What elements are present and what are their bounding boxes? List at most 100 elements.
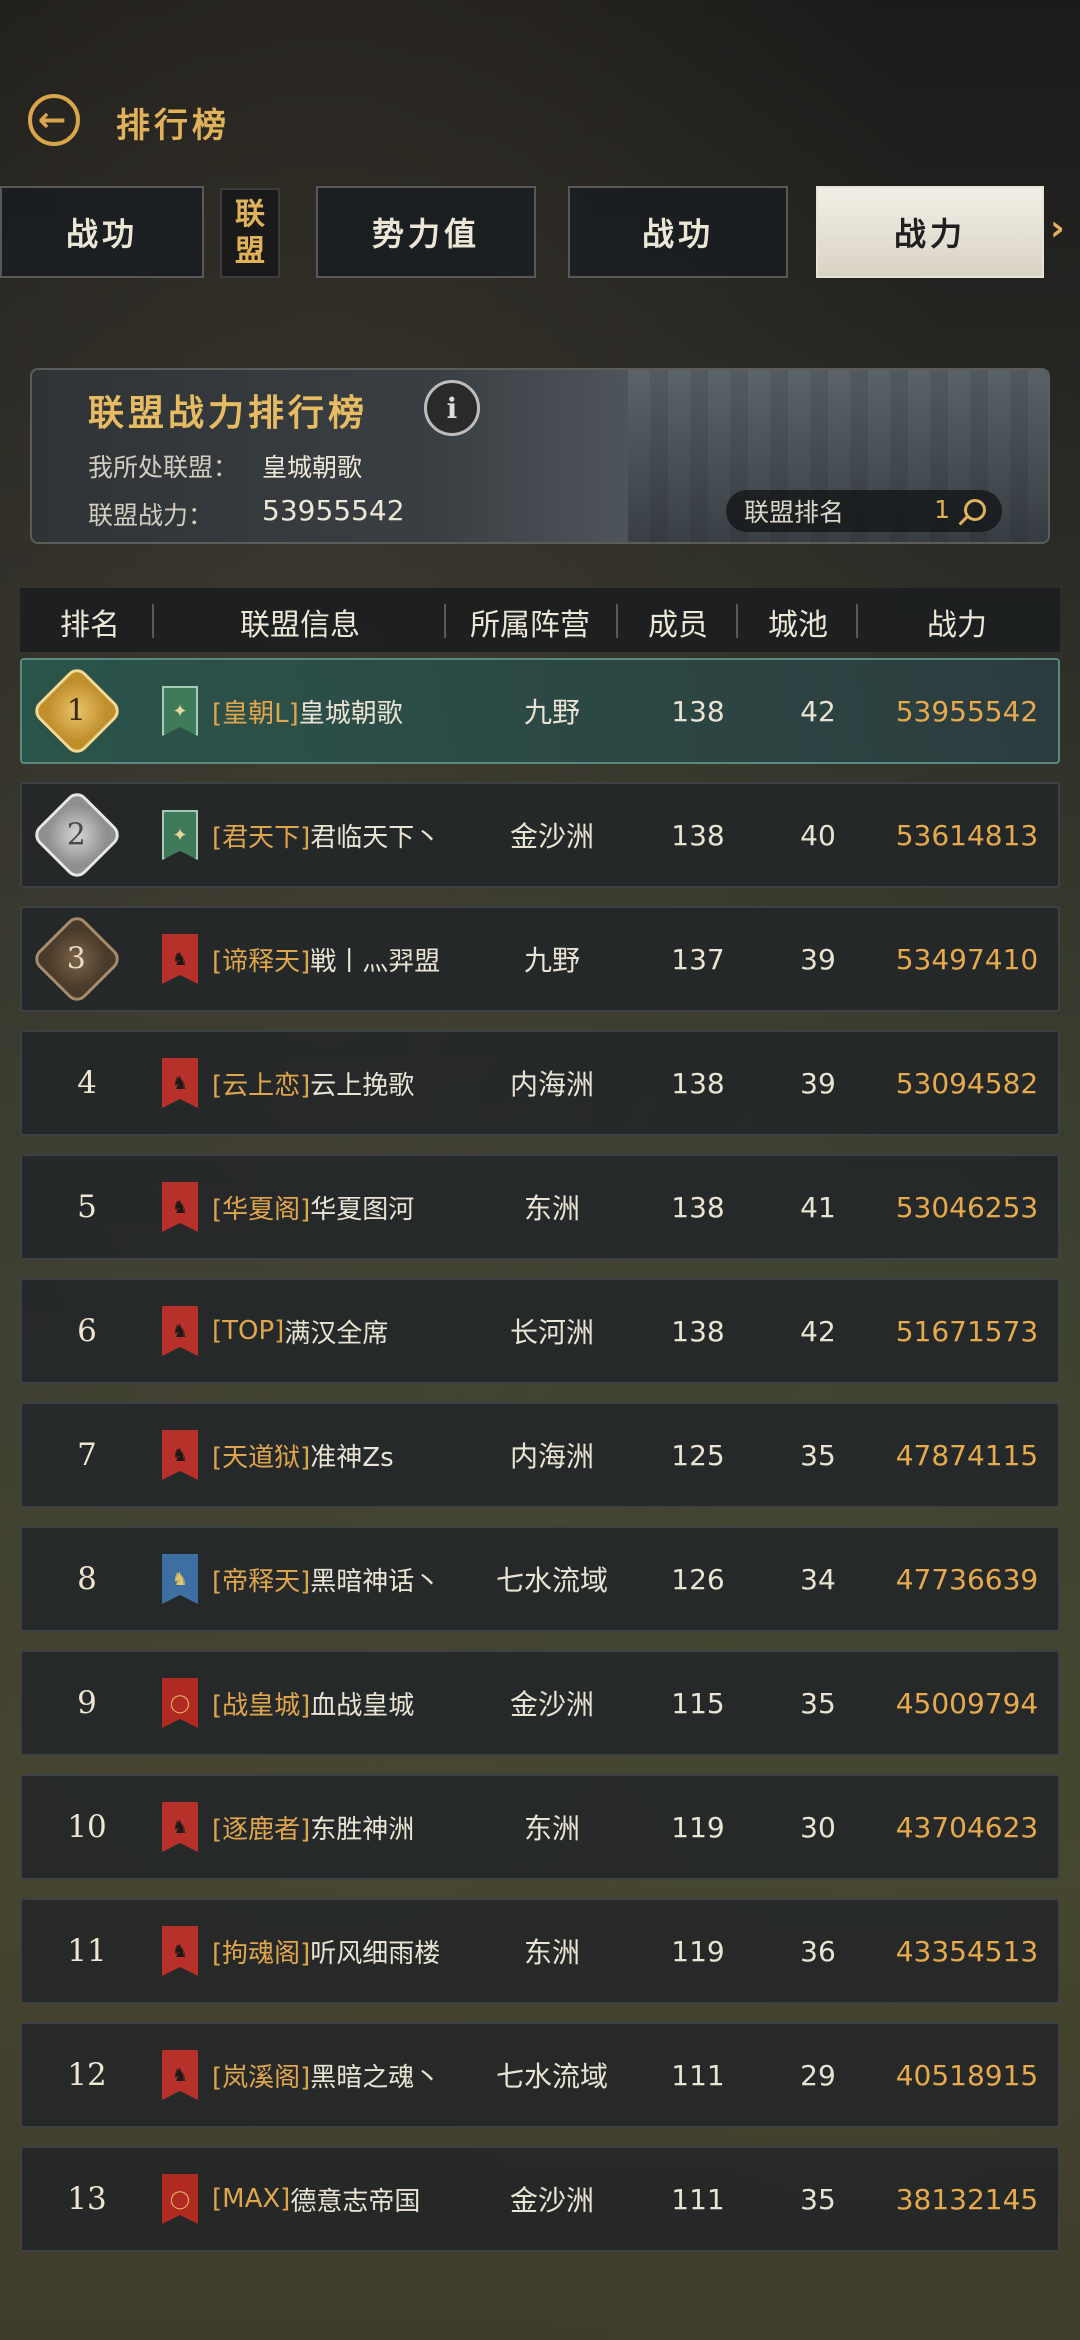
alliance-cities: 34 — [800, 1562, 836, 1596]
my-alliance-value: 皇城朝歌 — [262, 453, 363, 482]
alliance-power: 53046253 — [895, 1190, 1039, 1224]
alliance-cities: 41 — [800, 1190, 836, 1224]
alliance-info: [岚溪阁] 黑暗之魂丶 — [212, 2024, 472, 2126]
alliance-cities: 42 — [800, 1314, 836, 1348]
rank-number: 4 — [77, 1065, 97, 1101]
rank-number: 12 — [67, 2057, 107, 2093]
alliance-power: 53497410 — [895, 942, 1039, 976]
alliance-flag-icon: ◯ — [162, 2174, 198, 2224]
alliance-flag-icon: ♞ — [162, 1058, 198, 1108]
alliance-cities: 35 — [800, 1438, 836, 1472]
alliance-info: [天道狱] 准神Zs — [212, 1404, 472, 1506]
banner-title: 联盟战力排行榜 — [88, 393, 369, 434]
alliance-name: 华夏图河 — [310, 1194, 415, 1225]
alliance-tag: [皇朝L] — [212, 698, 299, 729]
alliance-power-value: 53955542 — [262, 494, 405, 527]
alliance-power: 45009794 — [895, 1686, 1039, 1720]
alliance-flag-icon: ♞ — [162, 2050, 198, 2100]
col-divider — [616, 604, 618, 638]
alliance-camp: 东洲 — [523, 1192, 580, 1225]
table-row[interactable]: 11 ♞ [拘魂阁] 听风细雨楼 东洲 119 36 43354513 — [20, 1898, 1060, 2004]
alliance-cities: 42 — [800, 694, 836, 728]
alliance-flag-icon: ♞ — [162, 1802, 198, 1852]
alliance-power-label: 联盟战力： — [88, 501, 214, 530]
alliance-power: 53094582 — [895, 1066, 1039, 1100]
chevron-right-icon[interactable]: › — [1050, 208, 1065, 249]
alliance-power: 40518915 — [895, 2058, 1039, 2092]
rank-number: 7 — [77, 1437, 97, 1473]
table-row[interactable]: 10 ♞ [逐鹿者] 东胜神洲 东洲 119 30 43704623 — [20, 1774, 1060, 1880]
rank-number: 11 — [67, 1933, 107, 1969]
alliance-tag: [谛释天] — [212, 946, 311, 977]
alliance-power: 43354513 — [895, 1934, 1039, 1968]
alliance-camp: 东洲 — [523, 1812, 580, 1845]
alliance-tag: [战皇城] — [212, 1690, 311, 1721]
alliance-name: 戦丨灬羿盟 — [310, 946, 441, 977]
alliance-cities: 39 — [800, 1066, 836, 1100]
alliance-members: 119 — [671, 1810, 725, 1844]
table-row[interactable]: 6 ♞ [TOP] 满汉全席 长河洲 138 42 51671573 — [20, 1278, 1060, 1384]
table-row[interactable]: 8 ♞ [帝释天] 黑暗神话丶 七水流域 126 34 47736639 — [20, 1526, 1060, 1632]
tab-merit[interactable]: 战功 — [568, 186, 788, 278]
alliance-camp: 内海洲 — [509, 1440, 594, 1473]
table-row[interactable]: 3 ♞ [谛释天] 戦丨灬羿盟 九野 137 39 53497410 — [20, 906, 1060, 1012]
tab-influence[interactable]: 势力值 — [316, 186, 536, 278]
col-divider — [152, 604, 154, 638]
table-row[interactable]: 4 ♞ [云上恋] 云上挽歌 内海洲 138 39 53094582 — [20, 1030, 1060, 1136]
alliance-power: 43704623 — [895, 1810, 1039, 1844]
table-row[interactable]: 12 ♞ [岚溪阁] 黑暗之魂丶 七水流域 111 29 40518915 — [20, 2022, 1060, 2128]
alliance-info: [云上恋] 云上挽歌 — [212, 1032, 472, 1134]
alliance-flag-icon: ♞ — [162, 934, 198, 984]
alliance-tag: [岚溪阁] — [212, 2062, 311, 2093]
rank-number: 5 — [77, 1189, 97, 1225]
alliance-name: 东胜神洲 — [310, 1814, 415, 1845]
table-row[interactable]: 9 ◯ [战皇城] 血战皇城 金沙洲 115 35 45009794 — [20, 1650, 1060, 1756]
tab-power[interactable]: 战力 — [816, 186, 1044, 278]
alliance-flag-icon: ♞ — [162, 1430, 198, 1480]
tab-alliance[interactable]: 联 盟 — [220, 188, 280, 278]
page-title: 排行榜 — [116, 106, 230, 146]
alliance-cities: 40 — [800, 818, 836, 852]
info-icon[interactable]: i — [424, 380, 480, 436]
alliance-info: [TOP] 满汉全席 — [212, 1280, 472, 1382]
alliance-info: [MAX] 德意志帝国 — [212, 2148, 472, 2250]
rank-number: 8 — [77, 1561, 97, 1597]
alliance-name: 血战皇城 — [310, 1690, 415, 1721]
tab-merit-left[interactable]: 战功 — [0, 186, 204, 278]
alliance-cities: 39 — [800, 942, 836, 976]
back-arrow-icon: ← — [37, 100, 67, 140]
rank-search-label: 联盟排名 — [744, 498, 845, 527]
alliance-name: 准神Zs — [310, 1442, 394, 1473]
alliance-members: 115 — [671, 1686, 725, 1720]
alliance-flag-icon: ✦ — [162, 686, 198, 736]
alliance-members: 125 — [671, 1438, 725, 1472]
alliance-info: [帝释天] 黑暗神话丶 — [212, 1528, 472, 1630]
alliance-name: 黑暗神话丶 — [310, 1566, 441, 1597]
table-row[interactable]: 7 ♞ [天道狱] 准神Zs 内海洲 125 35 47874115 — [20, 1402, 1060, 1508]
alliance-power: 53955542 — [895, 694, 1039, 728]
table-row[interactable]: 13 ◯ [MAX] 德意志帝国 金沙洲 111 35 38132145 — [20, 2146, 1060, 2252]
alliance-tag: [君天下] — [212, 822, 311, 853]
alliance-members: 119 — [671, 1934, 725, 1968]
table-row[interactable]: 2 ✦ [君天下] 君临天下丶 金沙洲 138 40 53614813 — [20, 782, 1060, 888]
col-camp: 所属阵营 — [470, 608, 590, 643]
alliance-name: 满汉全席 — [284, 1318, 389, 1349]
table-row[interactable]: 5 ♞ [华夏阁] 华夏图河 东洲 138 41 53046253 — [20, 1154, 1060, 1260]
alliance-info: [拘魂阁] 听风细雨楼 — [212, 1900, 472, 2002]
alliance-tag: [TOP] — [212, 1316, 285, 1346]
alliance-name: 云上挽歌 — [310, 1070, 415, 1101]
alliance-tag: [云上恋] — [212, 1070, 311, 1101]
rank-number: 10 — [67, 1809, 107, 1845]
alliance-flag-icon: ♞ — [162, 1182, 198, 1232]
col-info: 联盟信息 — [240, 608, 360, 643]
alliance-flag-icon: ♞ — [162, 1306, 198, 1356]
rank-number: 6 — [77, 1313, 97, 1349]
col-cities: 城池 — [768, 608, 828, 643]
back-button[interactable]: ← — [28, 94, 80, 146]
alliance-cities: 36 — [800, 1934, 836, 1968]
table-row[interactable]: 1 ✦ [皇朝L] 皇城朝歌 九野 138 42 53955542 — [20, 658, 1060, 764]
alliance-cities: 35 — [800, 1686, 836, 1720]
alliance-rank-search[interactable]: 联盟排名 1 — [726, 490, 1002, 532]
alliance-flag-icon: ◯ — [162, 1678, 198, 1728]
alliance-power: 47874115 — [895, 1438, 1039, 1472]
